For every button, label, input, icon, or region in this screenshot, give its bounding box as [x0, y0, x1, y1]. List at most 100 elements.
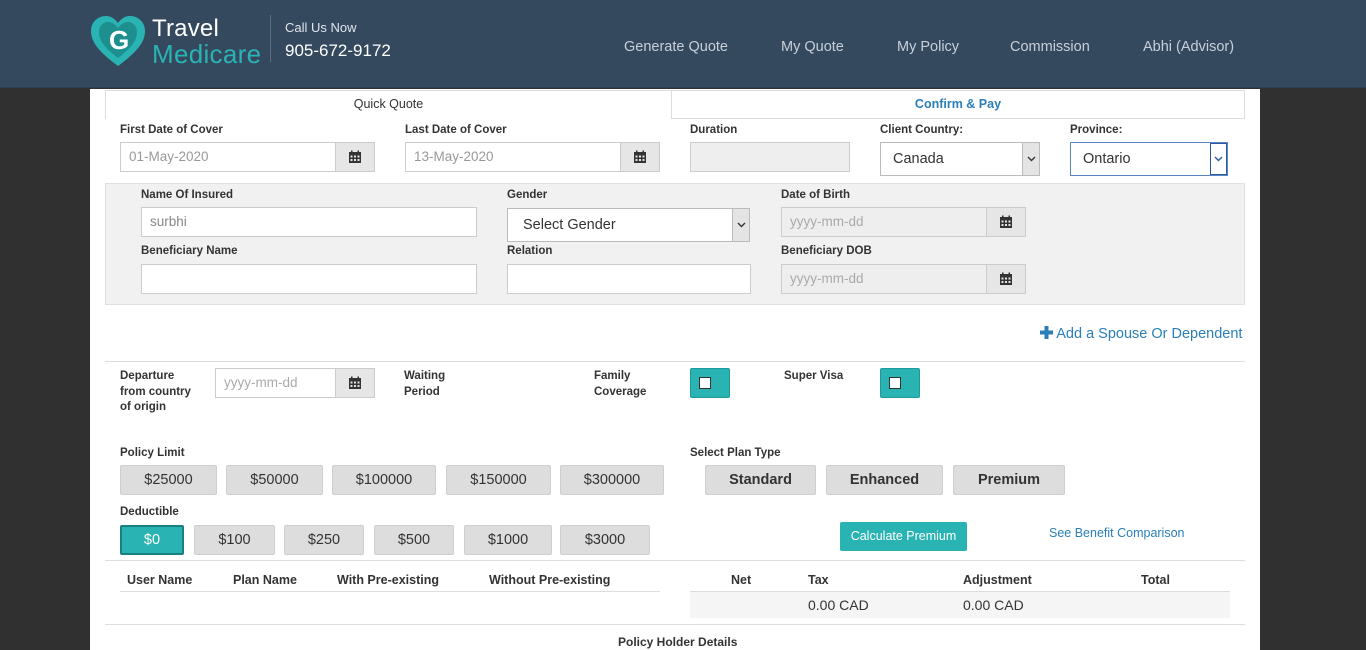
- calendar-icon: [634, 150, 646, 163]
- beneficiary-dob-label: Beneficiary DOB: [781, 245, 872, 257]
- heart-logo-icon: G: [91, 16, 145, 66]
- name-insured-label: Name Of Insured: [141, 189, 234, 201]
- chevron-down-icon: [732, 209, 749, 241]
- phone-number[interactable]: 905-672-9172: [285, 41, 391, 61]
- tab-quick-quote[interactable]: Quick Quote: [105, 90, 672, 119]
- dob-calendar-button[interactable]: [986, 207, 1026, 237]
- divider: [105, 624, 1245, 625]
- nav-generate-quote[interactable]: Generate Quote: [624, 39, 728, 55]
- header-divider: [270, 15, 271, 62]
- beneficiary-name-input[interactable]: [141, 264, 477, 294]
- col-header-adjustment: Adjustment: [963, 573, 1032, 587]
- table-row: [690, 591, 1230, 618]
- tab-divider: [672, 118, 1245, 119]
- nav-my-policy[interactable]: My Policy: [897, 39, 959, 55]
- policy-limit-option[interactable]: $150000: [446, 465, 551, 495]
- logo-text-medicare: Medicare: [152, 39, 262, 69]
- policy-limit-label: Policy Limit: [120, 447, 185, 459]
- calendar-icon: [1000, 272, 1012, 285]
- policy-limit-option[interactable]: $300000: [560, 465, 664, 495]
- adjustment-value: 0.00 CAD: [963, 597, 1024, 613]
- nav-commission[interactable]: Commission: [1010, 39, 1090, 55]
- col-header-tax: Tax: [808, 573, 829, 587]
- beneficiary-name-label: Beneficiary Name: [141, 245, 238, 257]
- province-label: Province:: [1070, 124, 1123, 136]
- deductible-option[interactable]: $100: [194, 525, 275, 555]
- checkbox-box: [889, 377, 901, 389]
- deductible-option[interactable]: $250: [284, 525, 364, 555]
- deductible-label: Deductible: [120, 506, 179, 518]
- top-navbar: G Travel Medicare Call Us Now 905-672-91…: [0, 0, 1366, 88]
- plus-icon: [1040, 326, 1053, 339]
- first-date-input[interactable]: 01-May-2020: [120, 142, 336, 172]
- call-us-label: Call Us Now: [285, 20, 357, 35]
- col-header-without-preexisting: Without Pre-existing: [489, 573, 611, 587]
- deductible-option[interactable]: $1000: [464, 525, 552, 555]
- departure-calendar-button[interactable]: [335, 368, 375, 398]
- policy-limit-option[interactable]: $50000: [226, 465, 323, 495]
- calendar-icon: [1000, 215, 1012, 228]
- plan-type-enhanced[interactable]: Enhanced: [826, 465, 943, 495]
- nav-my-quote[interactable]: My Quote: [781, 39, 844, 55]
- deductible-option[interactable]: $3000: [560, 525, 650, 555]
- waiting-period-label: Waiting Period: [404, 370, 446, 398]
- calendar-icon: [349, 150, 361, 163]
- col-header-net: Net: [731, 573, 752, 587]
- policy-limit-option[interactable]: $25000: [120, 465, 217, 495]
- divider: [105, 560, 1245, 561]
- last-date-input[interactable]: 13-May-2020: [405, 142, 621, 172]
- dob-input[interactable]: yyyy-mm-dd: [781, 207, 987, 237]
- calculate-premium-button[interactable]: Calculate Premium: [840, 522, 967, 551]
- svg-text:G: G: [109, 25, 129, 55]
- name-insured-input[interactable]: surbhi: [141, 207, 477, 237]
- beneficiary-dob-input[interactable]: yyyy-mm-dd: [781, 264, 987, 294]
- client-country-select[interactable]: Canada: [880, 142, 1040, 176]
- last-date-label: Last Date of Cover: [405, 124, 507, 136]
- deductible-option-selected[interactable]: $0: [120, 525, 184, 555]
- first-date-calendar-button[interactable]: [335, 142, 375, 172]
- col-header-with-preexisting: With Pre-existing: [337, 573, 439, 587]
- deductible-option[interactable]: $500: [374, 525, 454, 555]
- col-header-total: Total: [1141, 573, 1170, 587]
- policy-holder-title: Policy Holder Details: [618, 635, 738, 649]
- plan-type-standard[interactable]: Standard: [705, 465, 816, 495]
- add-dependent-link[interactable]: Add a Spouse Or Dependent: [1040, 326, 1242, 342]
- add-dependent-label: Add a Spouse Or Dependent: [1056, 326, 1243, 342]
- duration-field: [690, 142, 850, 172]
- travel-medicare-logo[interactable]: G Travel Medicare: [89, 14, 261, 70]
- duration-label: Duration: [690, 124, 738, 136]
- province-value: Ontario: [1083, 151, 1131, 167]
- tax-value: 0.00 CAD: [808, 597, 869, 613]
- see-benefit-comparison-link[interactable]: See Benefit Comparison: [1049, 526, 1185, 540]
- gender-select[interactable]: Select Gender: [507, 208, 750, 242]
- plan-type-premium[interactable]: Premium: [953, 465, 1065, 495]
- client-country-label: Client Country:: [880, 124, 964, 136]
- family-coverage-label: Family Coverage: [594, 370, 647, 398]
- checkbox-box: [699, 377, 711, 389]
- col-header-plan-name: Plan Name: [233, 573, 297, 587]
- first-date-label: First Date of Cover: [120, 124, 223, 136]
- plan-type-label: Select Plan Type: [690, 447, 781, 459]
- chevron-down-icon: [1210, 143, 1227, 175]
- relation-input[interactable]: [507, 264, 751, 294]
- divider: [105, 361, 1245, 362]
- quote-panel: Quick Quote Confirm & Pay First Date of …: [90, 89, 1260, 650]
- col-header-user-name: User Name: [127, 573, 193, 587]
- tab-confirm-pay[interactable]: Confirm & Pay: [672, 90, 1245, 119]
- province-select[interactable]: Ontario: [1070, 142, 1228, 176]
- family-coverage-checkbox[interactable]: [690, 368, 730, 398]
- client-country-value: Canada: [893, 151, 944, 167]
- super-visa-checkbox[interactable]: [880, 368, 920, 398]
- table-line: [120, 591, 660, 592]
- calendar-icon: [349, 376, 361, 389]
- dob-label: Date of Birth: [781, 189, 850, 201]
- relation-label: Relation: [507, 245, 553, 257]
- super-visa-label: Super Visa: [784, 370, 844, 382]
- departure-input[interactable]: yyyy-mm-dd: [215, 368, 341, 398]
- beneficiary-dob-calendar-button[interactable]: [986, 264, 1026, 294]
- last-date-calendar-button[interactable]: [620, 142, 660, 172]
- gender-value: Select Gender: [523, 217, 616, 233]
- nav-user-account[interactable]: Abhi (Advisor): [1143, 39, 1234, 55]
- policy-limit-option[interactable]: $100000: [332, 465, 436, 495]
- departure-label: Departure from country of origin: [120, 370, 191, 413]
